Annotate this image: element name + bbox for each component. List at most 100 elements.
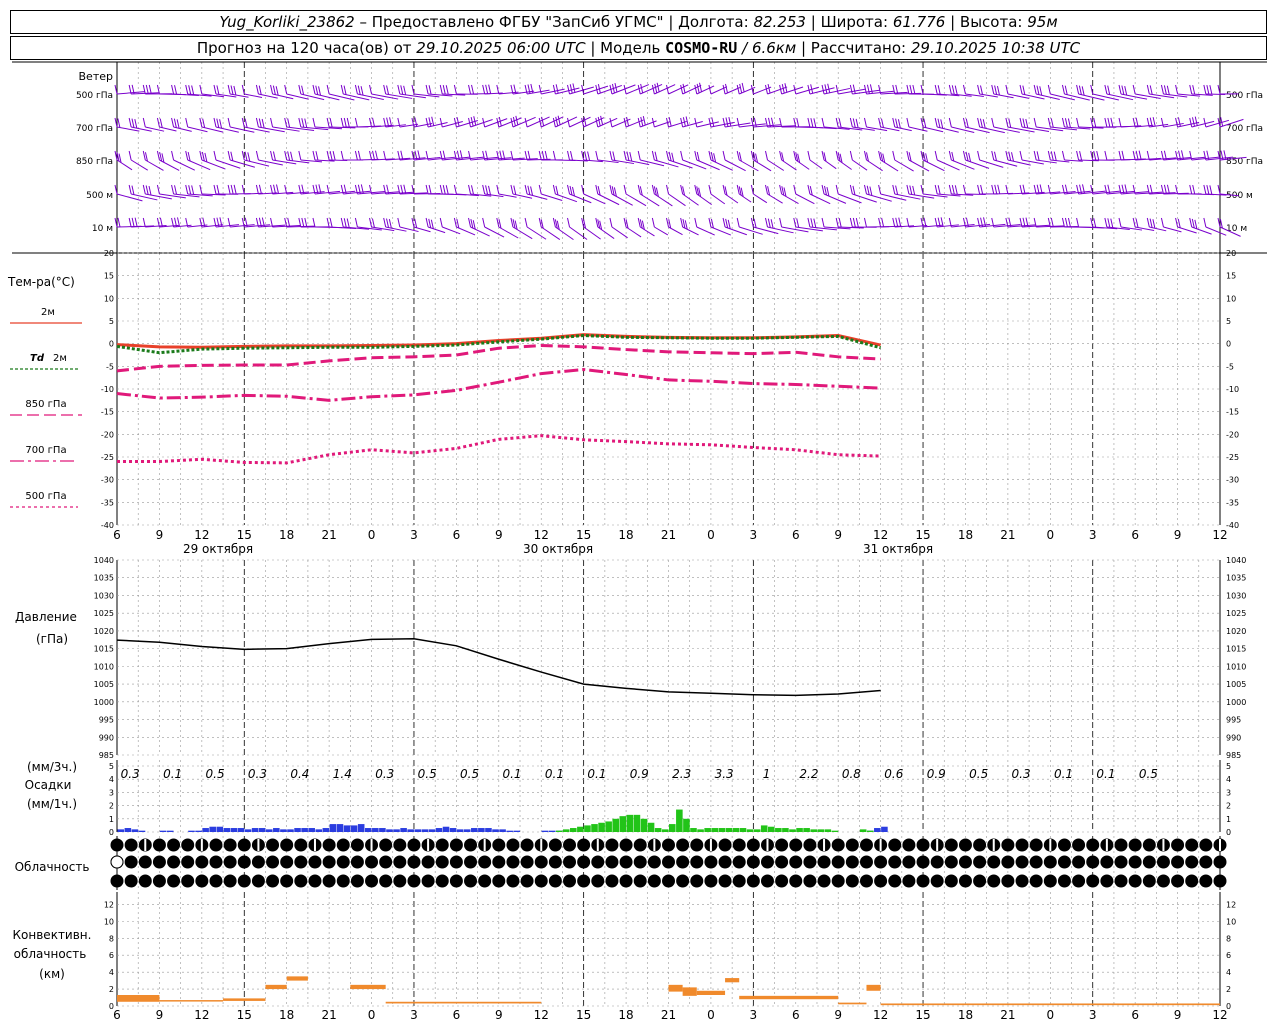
wind-barb-feather [1104, 84, 1108, 95]
wind-barb-feather [595, 184, 599, 195]
cloud-cover-symbol [365, 874, 379, 888]
precip-bar-rain [555, 830, 563, 832]
hour-tick-label: 9 [495, 1008, 503, 1022]
cloud-cover-symbol [237, 874, 251, 888]
cloud-cover-symbol [775, 855, 789, 869]
precip-bar-rain [824, 829, 832, 832]
wind-barb-feather [304, 217, 308, 228]
wind-barb [795, 193, 815, 205]
wind-barb-feather [951, 185, 955, 195]
wind-barb-feather [595, 117, 599, 128]
wind-barb-feather [343, 117, 347, 128]
wind-barb-feather [977, 184, 981, 195]
precip-bar-rain [676, 809, 683, 832]
wind-barb-feather [736, 84, 740, 95]
cloud-cover-gap [879, 839, 882, 851]
wind-barb-feather [1079, 151, 1083, 161]
precip-bar-rain [683, 818, 690, 832]
cloud-cover-symbol [449, 874, 463, 888]
wind-barb-feather [340, 84, 344, 95]
temp-tick-label-left: 5 [109, 317, 114, 326]
precip-total-label: 0.6 [884, 767, 903, 781]
hour-tick-label: 21 [321, 528, 336, 542]
wind-barb-feather [1019, 150, 1023, 161]
wind-barb-feather [258, 118, 262, 128]
wind-barb-feather [696, 151, 700, 162]
hour-tick-label: 18 [958, 1008, 973, 1022]
wind-barb-feather [682, 83, 686, 94]
cloud-cover-symbol [789, 855, 803, 869]
cloud-cover-symbol [563, 838, 577, 852]
cloud-cover-gap [1105, 839, 1108, 851]
wind-barb-feather [142, 217, 146, 228]
cloud-cover-symbol [1114, 838, 1128, 852]
wind-barb [625, 84, 650, 95]
hour-tick-label: 12 [194, 1008, 209, 1022]
cloud-title: Облачность [15, 860, 90, 874]
hour-tick-label: 9 [495, 528, 503, 542]
wind-barb-feather [1067, 217, 1071, 228]
cloud-cover-symbol [944, 874, 958, 888]
wind-barb [484, 118, 508, 128]
wind-barb-feather [555, 185, 559, 196]
hour-tick-label: 12 [534, 528, 549, 542]
wind-barb-feather [326, 84, 330, 95]
wind-barb-feather [128, 150, 132, 161]
wind-barb-feather [595, 217, 599, 228]
cloud-cover-gap [483, 839, 486, 851]
cloud-cover-symbol [690, 874, 704, 888]
wind-barb [696, 193, 712, 206]
wind-barb-feather [284, 84, 288, 95]
wind-barb-feather [852, 84, 856, 94]
wind-barb-feather [1192, 85, 1196, 95]
cloud-cover-symbol [732, 874, 746, 888]
wind-level-label-left: 850 гПа [76, 157, 113, 167]
wind-barb-feather [827, 83, 831, 93]
convective-cloud-bar [117, 995, 160, 1002]
wind-barb-feather [510, 217, 514, 228]
hour-tick-label: 15 [576, 1008, 591, 1022]
wind-barb-feather [849, 217, 853, 228]
hour-tick-label: 6 [1131, 528, 1139, 542]
wind-barb-feather [318, 86, 322, 96]
precip-unit-1h: (мм/1ч.) [27, 797, 77, 811]
cloud-cover-symbol [746, 838, 760, 852]
hour-tick-label: 3 [410, 528, 418, 542]
wind-barb-feather [849, 117, 853, 128]
wind-barb-feather [216, 118, 220, 128]
cloud-cover-symbol [1156, 855, 1170, 869]
wind-barb-feather [187, 151, 191, 162]
cloud-cover-symbol [845, 838, 859, 852]
cloud-cover-symbol [266, 874, 280, 888]
cloud-cover-symbol [110, 838, 124, 852]
wind-barb-feather [671, 152, 675, 162]
wind-barb-feather [1008, 151, 1012, 161]
precip-bar-rain [817, 829, 825, 832]
cloud-cover-gap [766, 839, 769, 851]
precip-bar-snow [159, 830, 167, 832]
wind-barb [116, 193, 143, 202]
convective-cloud-bar [866, 984, 881, 991]
wind-barb-feather [488, 84, 492, 94]
wind-barb [314, 93, 340, 101]
hour-tick-label: 6 [453, 1008, 461, 1022]
cloud-cover-symbol [237, 838, 251, 852]
cloud-cover-symbol [336, 838, 350, 852]
wind-barb [866, 159, 883, 172]
wind-barb-feather [468, 217, 472, 228]
date-label: 31 октября [863, 542, 933, 556]
wind-barb-feather [357, 150, 361, 161]
wind-barb-feather [821, 217, 825, 228]
wind-barb-feather [1011, 152, 1014, 162]
wind-barb-feather [954, 85, 958, 95]
wind-barb-feather [397, 217, 401, 228]
wind-barb-feather [897, 119, 901, 129]
wind-barb-feather [1135, 117, 1139, 127]
precip-bar-snow [251, 828, 259, 832]
cloud-cover-symbol [831, 838, 845, 852]
wind-barb-feather [1053, 151, 1057, 161]
wind-barb-feather [298, 150, 302, 161]
wind-barb-feather [640, 116, 644, 127]
wind-barb-feather [1036, 85, 1040, 95]
precip-bar-rain [704, 828, 711, 832]
